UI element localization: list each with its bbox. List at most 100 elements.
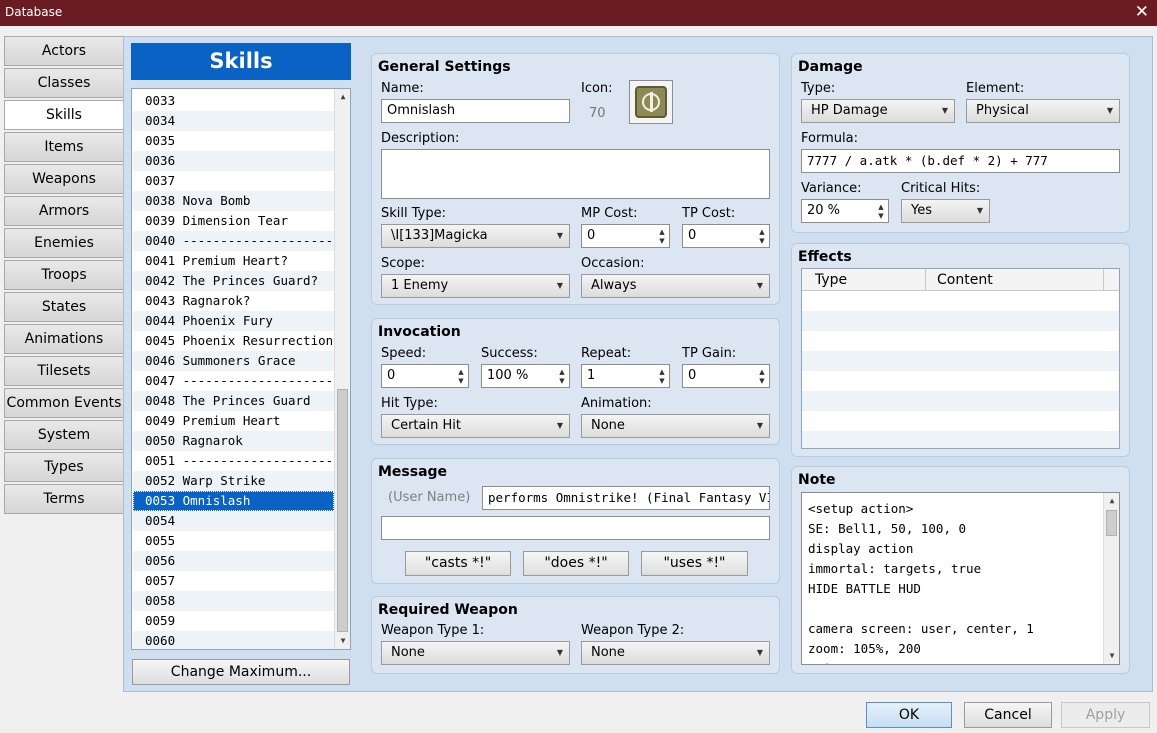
repeat-spinner[interactable]: 1 ▲ ▼ bbox=[581, 364, 670, 388]
speed-spinner[interactable]: 0 ▲ ▼ bbox=[381, 364, 469, 388]
effects-row[interactable] bbox=[802, 391, 1119, 411]
category-tab-items[interactable]: Items bbox=[4, 132, 124, 162]
does-button[interactable]: "does *!" bbox=[523, 551, 629, 576]
skills-list-scrollbar[interactable]: ▲ ▼ bbox=[334, 89, 350, 649]
category-tab-actors[interactable]: Actors bbox=[4, 36, 124, 66]
success-spinner[interactable]: 100 % ▲ ▼ bbox=[481, 364, 570, 388]
note-scrollbar[interactable]: ▲ ▼ bbox=[1103, 493, 1119, 664]
category-tab-classes[interactable]: Classes bbox=[4, 68, 124, 98]
list-item[interactable]: 0052 Warp Strike bbox=[133, 471, 334, 491]
note-textarea[interactable]: <setup action> SE: Bell1, 50, 100, 0 displ… bbox=[801, 492, 1120, 665]
effects-row[interactable] bbox=[802, 351, 1119, 371]
formula-input[interactable]: 7777 / a.atk * (b.def * 2) + 777 bbox=[801, 149, 1120, 173]
close-icon[interactable]: ✕ bbox=[1135, 2, 1149, 22]
spin-down-icon[interactable]: ▼ bbox=[557, 377, 567, 385]
variance-spinner[interactable]: 20 % ▲ ▼ bbox=[801, 199, 889, 223]
tp-cost-spinner[interactable]: 0 ▲ ▼ bbox=[682, 224, 770, 248]
list-item[interactable]: 0042 The Princes Guard? bbox=[133, 271, 334, 291]
list-item[interactable]: 0040 --------------------- bbox=[133, 231, 334, 251]
apply-button[interactable]: Apply bbox=[1061, 702, 1150, 728]
spin-up-icon[interactable]: ▲ bbox=[557, 368, 567, 376]
message-line2-input[interactable] bbox=[381, 516, 770, 540]
category-tab-weapons[interactable]: Weapons bbox=[4, 164, 124, 194]
category-tab-troops[interactable]: Troops bbox=[4, 260, 124, 290]
scroll-thumb[interactable] bbox=[337, 389, 348, 632]
spin-up-icon[interactable]: ▲ bbox=[876, 203, 886, 211]
spin-up-icon[interactable]: ▲ bbox=[657, 228, 667, 236]
skill-icon-picker[interactable] bbox=[629, 80, 673, 124]
category-tab-states[interactable]: States bbox=[4, 292, 124, 322]
scroll-down-icon[interactable]: ▼ bbox=[1104, 648, 1119, 664]
list-item[interactable]: 0045 Phoenix Resurrection bbox=[133, 331, 334, 351]
spin-up-icon[interactable]: ▲ bbox=[657, 368, 667, 376]
category-tab-animations[interactable]: Animations bbox=[4, 324, 124, 354]
spin-down-icon[interactable]: ▼ bbox=[657, 237, 667, 245]
spin-up-icon[interactable]: ▲ bbox=[456, 368, 466, 376]
list-item[interactable]: 0051 --------------------- bbox=[133, 451, 334, 471]
scroll-up-icon[interactable]: ▲ bbox=[1104, 493, 1119, 509]
list-item[interactable]: 0035 bbox=[133, 131, 334, 151]
list-item[interactable]: 0056 bbox=[133, 551, 334, 571]
list-item[interactable]: 0038 Nova Bomb bbox=[133, 191, 334, 211]
skill-type-select[interactable]: \I[133]Magicka ▼ bbox=[381, 224, 570, 248]
list-item[interactable]: 0049 Premium Heart bbox=[133, 411, 334, 431]
spin-up-icon[interactable]: ▲ bbox=[757, 228, 767, 236]
effects-col-type[interactable]: Type bbox=[802, 269, 926, 291]
hit-type-select[interactable]: Certain Hit ▼ bbox=[381, 414, 570, 438]
tp-gain-spinner[interactable]: 0 ▲ ▼ bbox=[682, 364, 770, 388]
category-tab-enemies[interactable]: Enemies bbox=[4, 228, 124, 258]
effects-row[interactable] bbox=[802, 411, 1119, 431]
scroll-up-icon[interactable]: ▲ bbox=[335, 89, 350, 105]
list-item[interactable]: 0033 bbox=[133, 91, 334, 111]
list-item[interactable]: 0050 Ragnarok bbox=[133, 431, 334, 451]
category-tab-skills[interactable]: Skills bbox=[4, 100, 124, 130]
damage-type-select[interactable]: HP Damage ▼ bbox=[801, 99, 955, 123]
list-item[interactable]: 0060 bbox=[133, 631, 334, 649]
list-item[interactable]: 0043 Ragnarok? bbox=[133, 291, 334, 311]
spin-down-icon[interactable]: ▼ bbox=[657, 377, 667, 385]
list-item[interactable]: 0041 Premium Heart? bbox=[133, 251, 334, 271]
list-item[interactable]: 0046 Summoners Grace bbox=[133, 351, 334, 371]
animation-select[interactable]: None ▼ bbox=[581, 414, 770, 438]
list-item[interactable]: 0034 bbox=[133, 111, 334, 131]
effects-row[interactable] bbox=[802, 331, 1119, 351]
category-tab-armors[interactable]: Armors bbox=[4, 196, 124, 226]
element-select[interactable]: Physical ▼ bbox=[966, 99, 1120, 123]
list-item[interactable]: 0057 bbox=[133, 571, 334, 591]
effects-table[interactable]: Type Content bbox=[801, 268, 1120, 449]
list-item[interactable]: 0039 Dimension Tear bbox=[133, 211, 334, 231]
effects-row[interactable] bbox=[802, 431, 1119, 448]
list-item[interactable]: 0053 Omnislash bbox=[133, 491, 334, 511]
list-item[interactable]: 0044 Phoenix Fury bbox=[133, 311, 334, 331]
description-input[interactable] bbox=[381, 149, 770, 199]
message-line1-input[interactable]: performs Omnistrike! (Final Fantasy VII) bbox=[482, 486, 770, 510]
scope-select[interactable]: 1 Enemy ▼ bbox=[381, 274, 570, 298]
occasion-select[interactable]: Always ▼ bbox=[581, 274, 770, 298]
spin-down-icon[interactable]: ▼ bbox=[757, 377, 767, 385]
list-item[interactable]: 0059 bbox=[133, 611, 334, 631]
skills-list[interactable]: 0033 0034 0035 0036 0037 0038 Nova Bomb 0039 D… bbox=[131, 88, 351, 650]
change-maximum-button[interactable]: Change Maximum... bbox=[132, 659, 350, 685]
category-tab-terms[interactable]: Terms bbox=[4, 484, 124, 514]
spin-down-icon[interactable]: ▼ bbox=[456, 377, 466, 385]
list-item[interactable]: 0036 bbox=[133, 151, 334, 171]
scroll-thumb[interactable] bbox=[1106, 510, 1117, 536]
spin-down-icon[interactable]: ▼ bbox=[757, 237, 767, 245]
category-tab-common-events[interactable]: Common Events bbox=[4, 388, 124, 418]
cancel-button[interactable]: Cancel bbox=[964, 702, 1052, 728]
scroll-down-icon[interactable]: ▼ bbox=[335, 633, 350, 649]
casts-button[interactable]: "casts *!" bbox=[405, 551, 511, 576]
name-input[interactable]: Omnislash bbox=[381, 99, 570, 123]
uses-button[interactable]: "uses *!" bbox=[641, 551, 748, 576]
effects-col-content[interactable]: Content bbox=[926, 269, 1104, 291]
spin-down-icon[interactable]: ▼ bbox=[876, 212, 886, 220]
weapon-type2-select[interactable]: None ▼ bbox=[581, 641, 770, 665]
category-tab-system[interactable]: System bbox=[4, 420, 124, 450]
list-item[interactable]: 0037 bbox=[133, 171, 334, 191]
mp-cost-spinner[interactable]: 0 ▲ ▼ bbox=[581, 224, 670, 248]
ok-button[interactable]: OK bbox=[866, 702, 952, 728]
category-tab-tilesets[interactable]: Tilesets bbox=[4, 356, 124, 386]
critical-hits-select[interactable]: Yes ▼ bbox=[901, 199, 990, 223]
spin-up-icon[interactable]: ▲ bbox=[757, 368, 767, 376]
list-item[interactable]: 0048 The Princes Guard bbox=[133, 391, 334, 411]
